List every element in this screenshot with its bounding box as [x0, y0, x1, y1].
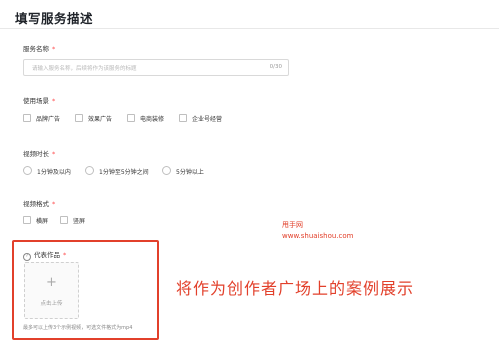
required-mark: *	[52, 200, 56, 208]
checkbox[interactable]	[179, 114, 187, 122]
option-label: 1分钟及以内	[37, 169, 71, 176]
video-length-label-text: 视频时长	[23, 150, 49, 158]
upload-label: 点击上传	[40, 301, 63, 307]
usage-scene-option-ecommerce-decor[interactable]: 电商装修	[127, 114, 164, 123]
option-label: 企业号经营	[192, 116, 223, 123]
usage-scene-option-performance-ad[interactable]: 效果广告	[75, 114, 112, 123]
plus-icon: +	[46, 275, 57, 290]
required-mark: *	[63, 251, 67, 259]
representative-works-label: ? 代表作品 *	[23, 249, 66, 261]
checkbox[interactable]	[23, 216, 31, 224]
option-label: 竖屏	[73, 218, 86, 225]
video-length-option-1-to-5min[interactable]: 1分钟至5分钟之间	[85, 166, 149, 176]
video-format-option-landscape[interactable]: 横屏	[23, 216, 48, 225]
usage-scene-label-text: 使用场景	[23, 97, 49, 105]
radio-button[interactable]	[23, 166, 32, 175]
service-name-label: 服务名称 *	[23, 43, 55, 53]
option-label: 1分钟至5分钟之间	[99, 169, 149, 176]
checkbox[interactable]	[127, 114, 135, 122]
option-label: 品牌广告	[36, 116, 61, 123]
checkbox[interactable]	[60, 216, 68, 224]
option-label: 效果广告	[88, 116, 113, 123]
watermark-name: 甩手网	[282, 221, 303, 229]
checkbox[interactable]	[75, 114, 83, 122]
service-name-input[interactable]: 请输入服务名称，后续将作为该服务的标题 0/30	[23, 59, 289, 76]
option-label: 电商装修	[140, 116, 165, 123]
required-mark: *	[52, 150, 56, 158]
usage-scene-option-brand-ad[interactable]: 品牌广告	[23, 114, 60, 123]
service-name-placeholder: 请输入服务名称，后续将作为该服务的标题	[32, 66, 137, 72]
required-mark: *	[52, 45, 56, 53]
service-name-label-text: 服务名称	[23, 45, 49, 53]
video-format-label-text: 视频格式	[23, 200, 49, 208]
option-label: 横屏	[36, 218, 49, 225]
service-name-char-count: 0/30	[269, 64, 282, 70]
checkbox[interactable]	[23, 114, 31, 122]
page-title: 填写服务描述	[15, 11, 94, 26]
watermark-url: www.shuaishou.com	[282, 232, 354, 240]
annotation-text: 将作为创作者广场上的案例展示	[176, 279, 415, 298]
video-length-label: 视频时长 *	[23, 148, 55, 158]
radio-button[interactable]	[85, 166, 94, 175]
service-description-form: 填写服务描述 服务名称 * 请输入服务名称，后续将作为该服务的标题 0/30 使用…	[0, 0, 499, 348]
usage-scene-option-enterprise-account[interactable]: 企业号经营	[179, 114, 222, 123]
video-length-option-over-5min[interactable]: 5分钟以上	[162, 166, 204, 176]
representative-works-label-text: 代表作品	[34, 251, 60, 259]
video-length-option-under-1min[interactable]: 1分钟及以内	[23, 166, 71, 176]
required-mark: *	[52, 97, 56, 105]
option-label: 5分钟以上	[176, 169, 204, 176]
radio-button[interactable]	[162, 166, 171, 175]
usage-scene-label: 使用场景 *	[23, 95, 55, 105]
question-circle-icon[interactable]: ?	[23, 253, 31, 261]
video-format-option-portrait[interactable]: 竖屏	[60, 216, 85, 225]
video-format-label: 视频格式 *	[23, 198, 55, 208]
header-divider	[0, 28, 499, 29]
upload-hint: 最多可以上传3个示例视频，可选文件格式为mp4	[23, 325, 133, 331]
upload-button[interactable]: + 点击上传	[24, 262, 79, 319]
